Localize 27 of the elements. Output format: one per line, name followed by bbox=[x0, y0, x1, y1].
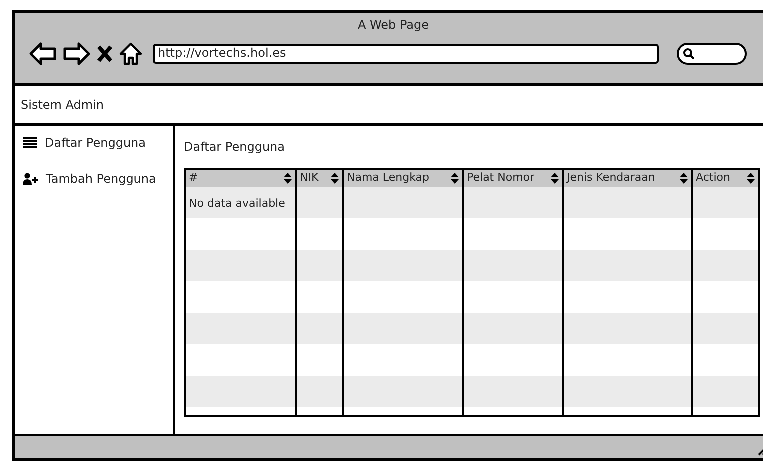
column-header[interactable]: # bbox=[186, 170, 296, 187]
sort-icon bbox=[551, 173, 559, 184]
sort-icon bbox=[747, 173, 755, 184]
empty-table-message: No data available bbox=[189, 197, 286, 210]
brand-text[interactable]: Sistem Admin bbox=[21, 96, 104, 114]
column-header[interactable]: NIK bbox=[296, 170, 343, 187]
sidebar-item[interactable]: Daftar Pengguna bbox=[23, 134, 173, 152]
sidebar-item[interactable]: Tambah Pengguna bbox=[23, 170, 173, 188]
search-icon bbox=[683, 48, 695, 60]
content-heading: Daftar Pengguna bbox=[184, 139, 286, 156]
sort-icon bbox=[284, 173, 292, 184]
sort-icon bbox=[331, 173, 339, 184]
forward-icon[interactable] bbox=[63, 42, 91, 66]
column-header[interactable]: Jenis Kendaraan bbox=[563, 170, 692, 187]
close-icon[interactable] bbox=[97, 45, 113, 63]
home-icon[interactable] bbox=[119, 42, 143, 66]
add-user-icon bbox=[23, 173, 38, 185]
column-header[interactable]: Nama Lengkap bbox=[343, 170, 463, 187]
url-field[interactable]: http://vortechs.hol.es bbox=[153, 44, 659, 64]
list-icon bbox=[23, 137, 37, 149]
column-header[interactable]: Pelat Nomor bbox=[463, 170, 563, 187]
window-title: A Web Page bbox=[358, 17, 430, 34]
sort-icon bbox=[680, 173, 688, 184]
sort-icon bbox=[451, 173, 459, 184]
column-header[interactable]: Action bbox=[692, 170, 758, 187]
back-icon[interactable] bbox=[29, 42, 57, 66]
search-field[interactable] bbox=[677, 43, 747, 65]
